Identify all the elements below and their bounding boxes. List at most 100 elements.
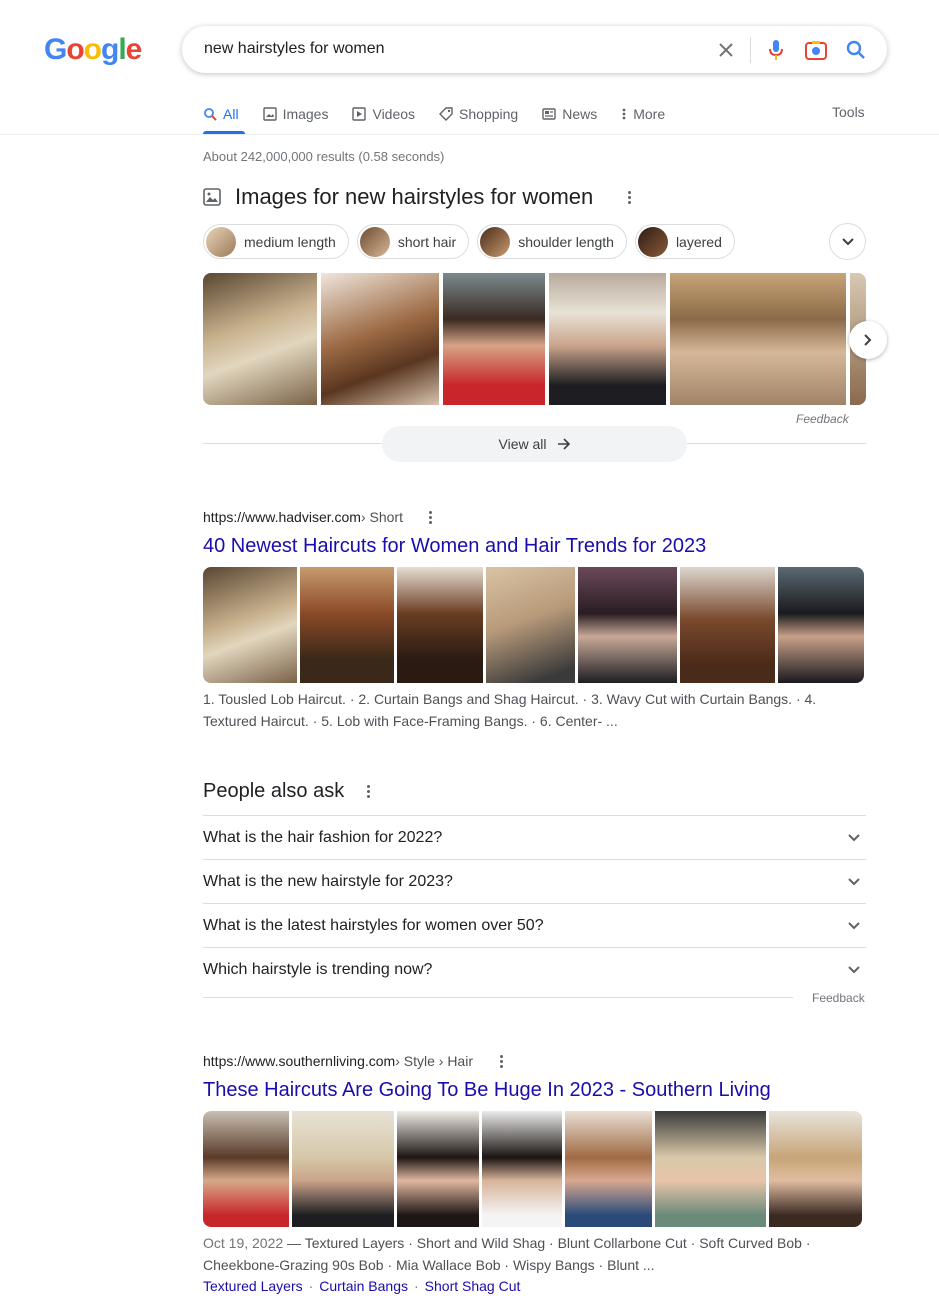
tab-label: Images: [282, 106, 329, 122]
paa-question[interactable]: What is the hair fashion for 2022?: [203, 815, 866, 859]
chevron-down-icon: [848, 965, 860, 973]
images-header: Images for new hairstyles for women: [203, 184, 635, 210]
result-image[interactable]: [680, 567, 775, 683]
more-options-icon[interactable]: [495, 1054, 507, 1068]
gallery-image[interactable]: [203, 273, 317, 405]
tab-label: Shopping: [459, 106, 519, 122]
clear-icon[interactable]: [712, 36, 740, 64]
chip-label: layered: [675, 233, 722, 250]
chip-thumbnail: [359, 226, 390, 257]
tab-news[interactable]: News: [542, 104, 597, 124]
view-all-label: View all: [498, 436, 547, 452]
gallery-image[interactable]: [321, 273, 439, 405]
chevron-down-icon: [848, 921, 860, 929]
paa-title: People also ask: [203, 780, 345, 802]
result-title-link[interactable]: 40 Newest Haircuts for Women and Hair Tr…: [203, 535, 706, 558]
camera-lens-icon[interactable]: [802, 36, 830, 64]
result-date: Oct 19, 2022: [203, 1235, 284, 1251]
tools-button[interactable]: Tools: [832, 104, 865, 120]
gallery-image[interactable]: [549, 273, 666, 405]
search-tabs: All Images Videos Shopping News More: [203, 104, 689, 124]
gallery-image[interactable]: [670, 273, 846, 405]
more-options-icon[interactable]: [623, 190, 635, 204]
video-icon: [352, 107, 367, 121]
chip-shoulder-length[interactable]: shoulder length: [477, 224, 627, 259]
image-icon: [203, 188, 221, 206]
gallery-image[interactable]: [443, 273, 545, 405]
chip-label: short hair: [397, 233, 457, 250]
result-image[interactable]: [397, 1111, 479, 1227]
tab-all[interactable]: All: [203, 104, 239, 124]
paa-question-text: What is the latest hairstyles for women …: [203, 916, 544, 934]
url-breadcrumb: › Short: [360, 509, 403, 525]
result-image[interactable]: [486, 567, 575, 683]
sitelink[interactable]: Curtain Bangs: [319, 1278, 408, 1294]
paa-question[interactable]: What is the new hairstyle for 2023?: [203, 859, 866, 903]
tab-more[interactable]: More: [621, 104, 665, 124]
tab-videos[interactable]: Videos: [352, 104, 415, 124]
tab-label: Videos: [372, 106, 416, 122]
url-domain: https://www.hadviser.com: [203, 509, 361, 525]
result-image[interactable]: [778, 567, 864, 683]
images-feedback-link[interactable]: Feedback: [796, 412, 849, 426]
result-url[interactable]: https://www.hadviser.com › Short: [203, 509, 437, 525]
paa-list: What is the hair fashion for 2022? What …: [203, 815, 866, 991]
chip-short-hair[interactable]: short hair: [356, 224, 470, 259]
tab-images[interactable]: Images: [262, 104, 329, 124]
microphone-icon[interactable]: [762, 36, 790, 64]
chip-layered[interactable]: layered: [634, 224, 735, 259]
logo-letter: e: [125, 33, 143, 66]
result-image[interactable]: [655, 1111, 766, 1227]
chip-medium-length[interactable]: medium length: [203, 224, 349, 259]
result-image[interactable]: [578, 567, 677, 683]
result-image[interactable]: [292, 1111, 394, 1227]
google-logo[interactable]: Google: [44, 33, 143, 67]
expand-chips-button[interactable]: [829, 223, 866, 260]
chevron-down-icon: [848, 833, 860, 841]
search-icon[interactable]: [842, 36, 870, 64]
result-url[interactable]: https://www.southernliving.com › Style ›…: [203, 1053, 507, 1069]
result-snippet: 1. Tousled Lob Haircut. · 2. Curtain Ban…: [203, 691, 817, 729]
more-options-icon[interactable]: [362, 785, 374, 798]
paa-question[interactable]: What is the latest hairstyles for women …: [203, 903, 866, 947]
news-icon: [542, 108, 556, 120]
search-box[interactable]: new hairstyles for women: [182, 26, 887, 73]
search-input[interactable]: new hairstyles for women: [204, 40, 385, 58]
link-separator: ·: [308, 1278, 314, 1294]
view-all-button[interactable]: View all: [382, 426, 687, 462]
result-image[interactable]: [397, 567, 483, 683]
result-title-link[interactable]: These Haircuts Are Going To Be Huge In 2…: [203, 1079, 771, 1102]
result-image[interactable]: [565, 1111, 652, 1227]
result-image[interactable]: [482, 1111, 562, 1227]
paa-question-text: What is the new hairstyle for 2023?: [203, 872, 453, 890]
paa-question[interactable]: Which hairstyle is trending now?: [203, 947, 866, 991]
chip-thumbnail: [206, 226, 236, 257]
more-options-icon[interactable]: [425, 510, 437, 524]
header-divider: [0, 134, 939, 135]
chevron-down-icon: [848, 877, 860, 885]
chevron-right-icon: [864, 334, 872, 346]
result-image[interactable]: [203, 567, 297, 683]
sitelink[interactable]: Textured Layers: [203, 1278, 303, 1294]
image-icon: [262, 107, 277, 121]
search-icon: [204, 108, 217, 121]
tab-label: News: [562, 106, 598, 122]
chip-thumbnail: [480, 226, 511, 257]
chip-label: medium length: [244, 233, 336, 250]
tab-shopping[interactable]: Shopping: [439, 104, 518, 124]
people-also-ask-header: People also ask: [203, 780, 374, 803]
image-gallery: [203, 273, 866, 405]
url-domain: https://www.southernliving.com: [203, 1053, 396, 1069]
result-snippet: Oct 19, 2022 — Textured Layers · Short a…: [203, 1232, 833, 1276]
result-image[interactable]: [203, 1111, 289, 1227]
result-image-strip: [203, 567, 864, 683]
paa-feedback-link[interactable]: Feedback: [812, 991, 865, 1005]
result-image[interactable]: [300, 567, 394, 683]
gallery-next-button[interactable]: [849, 321, 887, 359]
sitelink[interactable]: Short Shag Cut: [425, 1278, 521, 1294]
images-title: Images for new hairstyles for women: [235, 184, 594, 209]
url-breadcrumb: › Style › Hair: [395, 1053, 473, 1069]
paa-question-text: What is the hair fashion for 2022?: [203, 828, 443, 846]
result-image[interactable]: [769, 1111, 862, 1227]
chip-thumbnail: [637, 226, 668, 257]
